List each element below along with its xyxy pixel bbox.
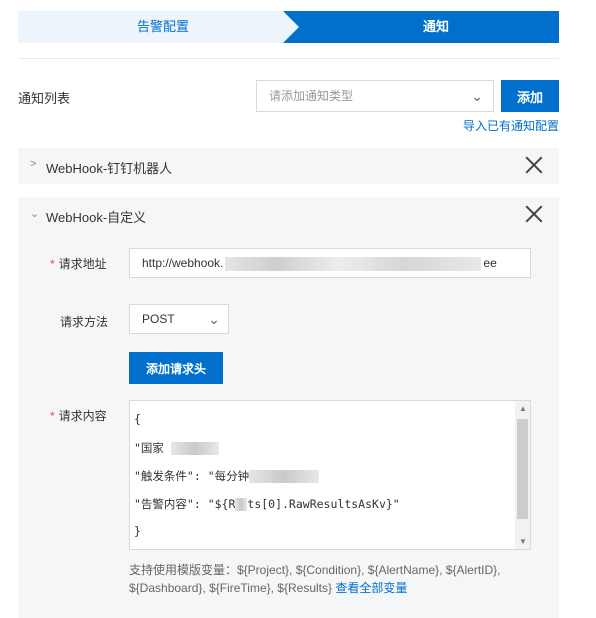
chevron-down-icon: ⌄ xyxy=(208,311,220,327)
body-line: } xyxy=(134,524,141,538)
chevron-right-icon: > xyxy=(30,158,37,170)
add-notify-button[interactable]: 添加 xyxy=(501,80,559,112)
notify-type-select[interactable]: 请添加通知类型 ⌄ xyxy=(256,80,494,112)
required-mark: * xyxy=(50,257,55,271)
url-input[interactable]: http://webhook. ee xyxy=(129,248,531,278)
url-prefix: http://webhook. xyxy=(142,256,224,270)
step-alert-config-label: 告警配置 xyxy=(136,19,189,34)
method-value: POST xyxy=(142,312,175,326)
step-arrow xyxy=(283,11,299,43)
body-label-text: 请求内容 xyxy=(58,409,107,423)
step-notification[interactable]: 通知 xyxy=(283,11,559,43)
step-indicator: 告警配置 通知 xyxy=(18,11,559,43)
chevron-down-icon: ⌄ xyxy=(471,88,483,104)
required-mark: * xyxy=(50,409,55,423)
body-line-text: "触发条件": "每分钟 xyxy=(134,469,250,483)
panel-custom-webhook: ⌄ WebHook-自定义 * 请求地址 http://webhook. ee 请求… xyxy=(18,197,559,618)
redacted-blur xyxy=(170,442,219,455)
url-label: * 请求地址 xyxy=(50,255,107,272)
body-line: "国家 xyxy=(134,440,219,456)
scrollbar[interactable]: ▲ ▼ xyxy=(515,401,530,549)
method-label: 请求方法 xyxy=(60,315,109,329)
scroll-down-icon[interactable]: ▼ xyxy=(519,537,527,546)
close-icon[interactable] xyxy=(523,203,545,225)
body-line: { xyxy=(134,412,141,426)
add-header-button[interactable]: 添加请求头 xyxy=(129,352,223,384)
notify-type-placeholder: 请添加通知类型 xyxy=(269,89,354,103)
close-icon[interactable] xyxy=(523,154,545,176)
body-line: "触发条件": "每分钟 xyxy=(134,468,320,484)
body-label: * 请求内容 xyxy=(50,407,107,424)
scrollbar-thumb[interactable] xyxy=(517,419,528,519)
panel-dingtalk: > WebHook-钉钉机器人 xyxy=(18,148,559,184)
import-config-link[interactable]: 导入已有通知配置 xyxy=(463,117,559,134)
body-textarea[interactable]: { "国家 "触发条件": "每分钟 "告警内容": "${R ts[0].Raw… xyxy=(129,400,531,550)
url-suffix: ee xyxy=(483,256,497,270)
redacted-blur xyxy=(249,470,320,483)
view-all-variables-link[interactable]: 查看全部变量 xyxy=(335,581,407,595)
panel-custom-title: WebHook-自定义 xyxy=(46,210,147,225)
url-label-text: 请求地址 xyxy=(58,257,107,271)
body-line-text: ts[0].RawResultsAsKv}" xyxy=(247,497,400,511)
body-line: "告警内容": "${R ts[0].RawResultsAsKv}" xyxy=(134,496,400,512)
panel-dingtalk-header[interactable]: > WebHook-钉钉机器人 xyxy=(18,148,559,184)
panel-dingtalk-title: WebHook-钉钉机器人 xyxy=(46,161,173,176)
template-help: 支持使用模版变量：${Project}, ${Condition}, ${Ale… xyxy=(129,561,549,597)
notify-list-label: 通知列表 xyxy=(18,91,71,106)
redacted-blur xyxy=(225,256,482,271)
body-line-text: "告警内容": "${R xyxy=(134,497,236,511)
method-select[interactable]: POST ⌄ xyxy=(129,304,229,334)
help-text: 支持使用模版变量：${Project}, ${Condition}, ${Ale… xyxy=(129,563,501,595)
scroll-up-icon[interactable]: ▲ xyxy=(519,404,527,413)
redacted-blur xyxy=(235,498,248,511)
body-line-text: "国家 xyxy=(134,441,164,455)
panel-custom-header[interactable]: ⌄ WebHook-自定义 xyxy=(18,197,559,233)
step-alert-config[interactable]: 告警配置 xyxy=(18,11,308,43)
step-notification-label: 通知 xyxy=(422,19,449,34)
divider xyxy=(18,58,559,59)
chevron-down-icon: ⌄ xyxy=(30,208,40,220)
